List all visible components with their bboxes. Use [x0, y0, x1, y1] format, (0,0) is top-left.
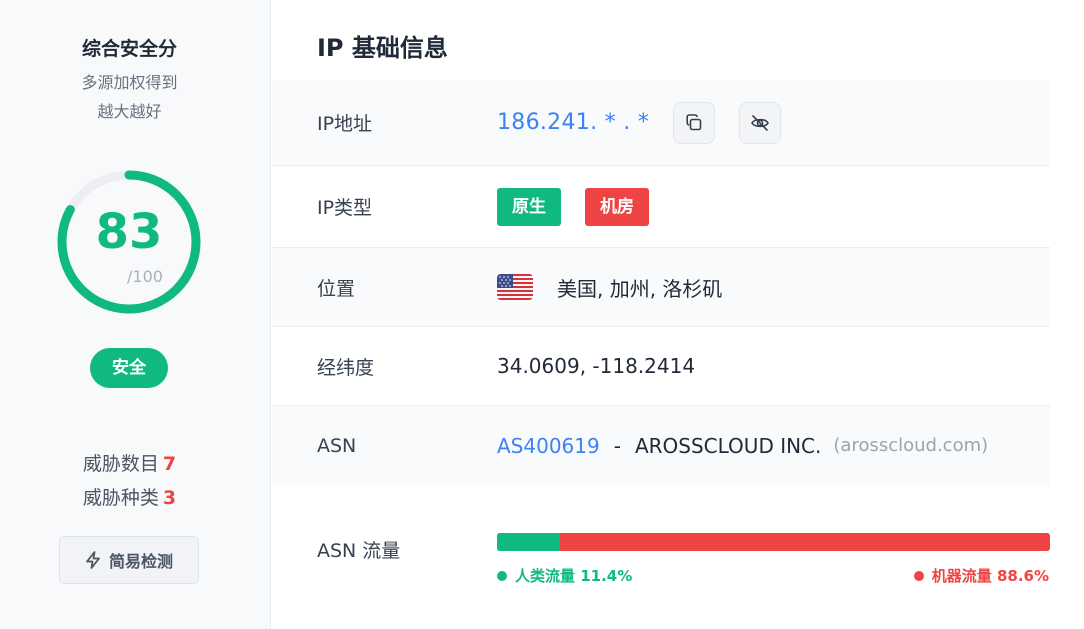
- ip-address-label: IP地址: [317, 113, 373, 135]
- threat-count-value: 7: [162, 453, 177, 475]
- score-max: /100: [127, 267, 163, 286]
- human-legend-dot: [497, 570, 507, 581]
- score-subtitle-line2: 越大越好: [97, 102, 162, 121]
- ip-address-row: IP地址 186.241. * . *: [272, 80, 1050, 166]
- us-flag-icon: [497, 274, 533, 300]
- ip-type-label: IP类型: [317, 197, 373, 219]
- asn-value-group: AS400619 - AROSSCLOUD INC. (arosscloud.c…: [497, 406, 988, 485]
- eye-off-icon: [751, 114, 769, 131]
- copy-ip-button[interactable]: [673, 101, 716, 144]
- location-value: 美国, 加州, 洛杉矶: [557, 276, 723, 301]
- asn-separator: -: [613, 433, 621, 458]
- copy-icon: [686, 113, 702, 130]
- asn-traffic-label: ASN 流量: [317, 540, 401, 562]
- asn-number-link[interactable]: AS400619: [497, 434, 600, 458]
- score-subtitle-line1: 多源加权得到: [81, 73, 178, 92]
- ip-report-page: 综合安全分 多源加权得到 越大越好 83 /100 安全 威胁数目 7 威胁种类 3…: [0, 0, 1084, 629]
- ip-address-value-group: 186.241. * . *: [497, 80, 782, 165]
- score-gauge: 83 /100: [55, 168, 203, 316]
- asn-traffic-bar: [497, 533, 1050, 551]
- ip-type-row: IP类型 原生 机房: [272, 166, 1050, 248]
- threat-count-label: 威胁数目: [82, 453, 159, 475]
- coordinates-label: 经纬度: [317, 356, 375, 379]
- score-title: 综合安全分: [81, 38, 177, 60]
- threat-count: 威胁数目 7: [0, 449, 259, 476]
- score-value: 83: [95, 204, 163, 260]
- location-label: 位置: [317, 277, 356, 300]
- asn-label: ASN: [317, 434, 357, 457]
- coordinates-row: 经纬度 34.0609, -118.2414: [272, 327, 1050, 406]
- asn-organization: AROSSCLOUD INC.: [634, 433, 822, 458]
- location-value-group: 美国, 加州, 洛杉矶: [497, 248, 722, 326]
- location-row: 位置 美国, 加州, 洛杉矶: [272, 248, 1050, 327]
- bot-traffic-legend: 机器流量 88.6%: [913, 565, 1049, 586]
- threat-types: 威胁种类 3: [0, 483, 259, 510]
- bot-legend-dot: [913, 570, 924, 581]
- quick-check-label: 简易检测: [108, 552, 173, 571]
- threat-types-label: 威胁种类: [82, 487, 159, 509]
- bot-traffic-text: 机器流量 88.6%: [931, 567, 1049, 585]
- ip-address-value[interactable]: 186.241. * . *: [497, 110, 649, 135]
- bot-traffic-segment: [560, 533, 1050, 551]
- asn-domain: (arosscloud.com): [833, 435, 989, 456]
- toggle-ip-visibility-button[interactable]: [739, 101, 782, 144]
- quick-check-button[interactable]: 简易检测: [59, 536, 199, 584]
- section-title: IP 基础信息: [317, 34, 448, 62]
- status-badge: 安全: [90, 348, 168, 388]
- human-traffic-legend: 人类流量 11.4%: [497, 565, 632, 586]
- threat-types-value: 3: [162, 487, 177, 509]
- human-traffic-segment: [497, 533, 561, 551]
- coordinates-value: 34.0609, -118.2414: [497, 354, 696, 378]
- human-traffic-text: 人类流量 11.4%: [515, 567, 633, 585]
- ip-type-tag-datacenter: 机房: [585, 187, 649, 226]
- ip-type-tag-native: 原生: [497, 187, 561, 226]
- asn-row: ASN AS400619 - AROSSCLOUD INC. (arossclo…: [272, 406, 1050, 485]
- score-panel: 综合安全分 多源加权得到 越大越好 83 /100 安全 威胁数目 7 威胁种类 3…: [0, 0, 271, 629]
- lightning-icon: [86, 551, 100, 569]
- ip-type-tags: 原生 机房: [497, 166, 649, 247]
